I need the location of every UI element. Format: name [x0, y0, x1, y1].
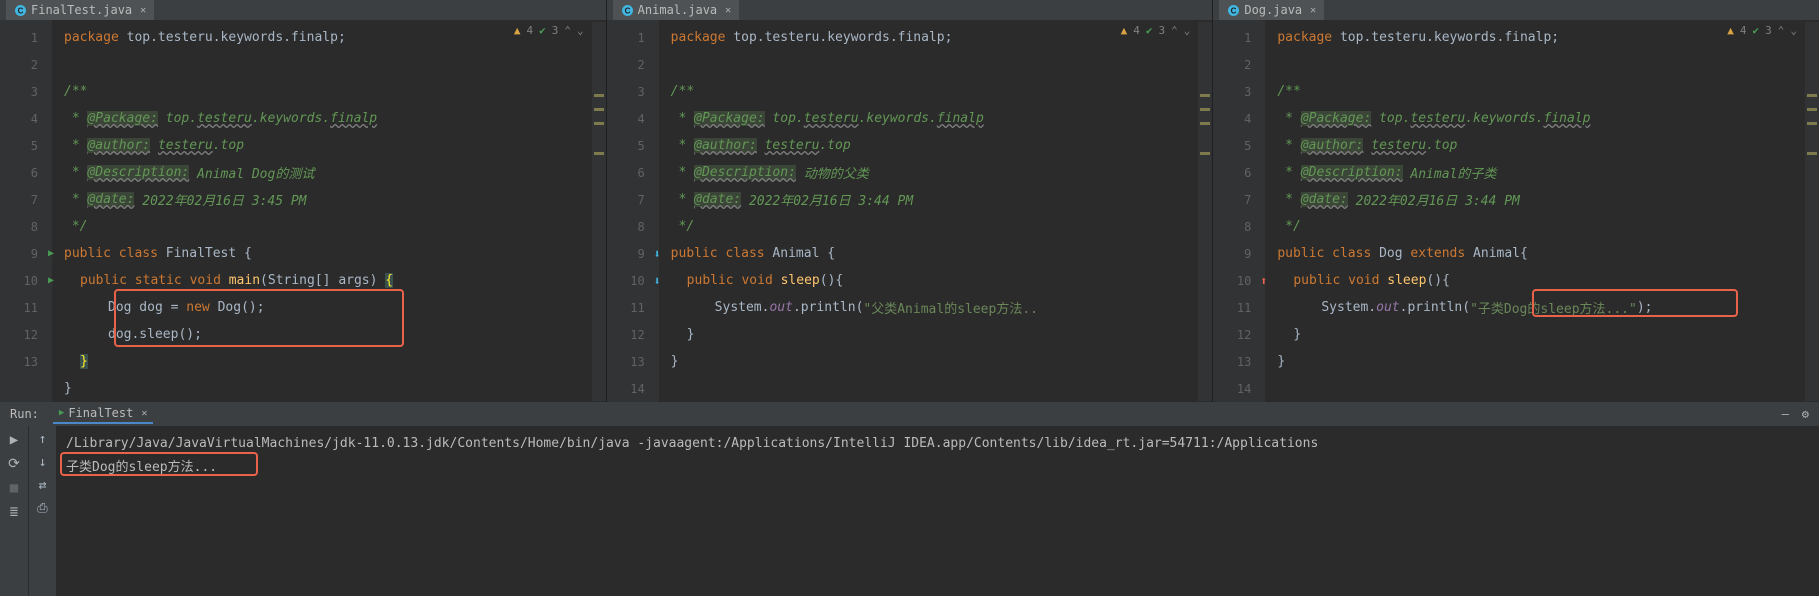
inspection-widget[interactable]: ▲4✔3⌃⌄ [1121, 24, 1191, 37]
code-area[interactable]: ▲4✔3⌃⌄ package top.testeru.keywords.fina… [1265, 20, 1819, 402]
run-tab-label: FinalTest [68, 406, 133, 420]
run-config-tab[interactable]: ▶ FinalTest ✕ [53, 404, 153, 424]
tab-bar: C Animal.java ✕ [607, 0, 1213, 20]
output-line: 子类Dog的sleep方法... [66, 454, 1809, 476]
tab-bar: C FinalTest.java ✕ [0, 0, 606, 20]
run-label: Run: [10, 407, 39, 421]
editor-pane-dog: C Dog.java ✕ 12345678 9 10⬆ 11121314 ▲4✔… [1213, 0, 1819, 401]
editor-pane-animal: C Animal.java ✕ 12345678 9⬇ 10⬇ 11121314… [607, 0, 1214, 401]
java-class-icon: C [14, 4, 27, 17]
output-line: /Library/Java/JavaVirtualMachines/jdk-11… [66, 432, 1809, 454]
svg-text:C: C [624, 6, 630, 15]
scrollbar[interactable] [592, 22, 606, 401]
scrollbar[interactable] [1198, 22, 1212, 401]
close-icon[interactable]: ✕ [725, 5, 731, 16]
tab-bar: C Dog.java ✕ [1213, 0, 1819, 20]
rerun-icon[interactable]: ▶ [10, 432, 18, 448]
gutter: 12345678 9▶ 10▶ 111213 [0, 20, 52, 402]
java-class-icon: C [621, 4, 634, 17]
hide-icon[interactable]: — [1782, 407, 1789, 421]
close-icon[interactable]: ✕ [141, 408, 147, 419]
stack-icon[interactable]: ≣ [10, 504, 18, 520]
stop-icon[interactable]: ■ [10, 480, 18, 496]
wrap-icon[interactable]: ⇄ [39, 478, 47, 493]
tab-dog[interactable]: C Dog.java ✕ [1219, 0, 1324, 20]
java-class-icon: C [1227, 4, 1240, 17]
run-tool-window: Run: ▶ FinalTest ✕ ⚙ — ▶ ⟳ ■ ≣ ↑ ↓ ⇄ ⎙ /… [0, 402, 1819, 596]
down-arrow-icon[interactable]: ↓ [39, 455, 47, 470]
tab-label: Dog.java [1244, 3, 1302, 17]
print-icon[interactable]: ⎙ [37, 501, 47, 516]
gutter: 12345678 9 10⬆ 11121314 [1213, 20, 1265, 402]
svg-text:C: C [1231, 6, 1237, 15]
tab-animal[interactable]: C Animal.java ✕ [613, 0, 740, 20]
run-nav: ▶ ⟳ ■ ≣ [0, 426, 28, 596]
code-area[interactable]: ▲4✔3⌃⌄ package top.testeru.keywords.fina… [52, 20, 606, 402]
gear-icon[interactable]: ⚙ [1802, 407, 1809, 421]
editor-pane-finaltest: C FinalTest.java ✕ 12345678 9▶ 10▶ 11121… [0, 0, 607, 401]
svg-text:C: C [18, 6, 24, 15]
scrollbar[interactable] [1805, 22, 1819, 401]
up-arrow-icon[interactable]: ↑ [39, 432, 47, 447]
gutter: 12345678 9⬇ 10⬇ 11121314 [607, 20, 659, 402]
close-icon[interactable]: ✕ [140, 5, 146, 16]
tab-finaltest[interactable]: C FinalTest.java ✕ [6, 0, 154, 20]
code-area[interactable]: ▲4✔3⌃⌄ package top.testeru.keywords.fina… [659, 20, 1213, 402]
run-nav2: ↑ ↓ ⇄ ⎙ [28, 426, 56, 596]
console-output[interactable]: /Library/Java/JavaVirtualMachines/jdk-11… [56, 426, 1819, 596]
close-icon[interactable]: ✕ [1310, 5, 1316, 16]
inspection-widget[interactable]: ▲4✔3⌃⌄ [514, 24, 584, 37]
tools-icon[interactable]: ⟳ [8, 456, 20, 472]
run-header: Run: ▶ FinalTest ✕ ⚙ — [0, 402, 1819, 426]
tab-label: FinalTest.java [31, 3, 132, 17]
run-icon: ▶ [59, 408, 64, 418]
tab-label: Animal.java [638, 3, 717, 17]
inspection-widget[interactable]: ▲4✔3⌃⌄ [1727, 24, 1797, 37]
